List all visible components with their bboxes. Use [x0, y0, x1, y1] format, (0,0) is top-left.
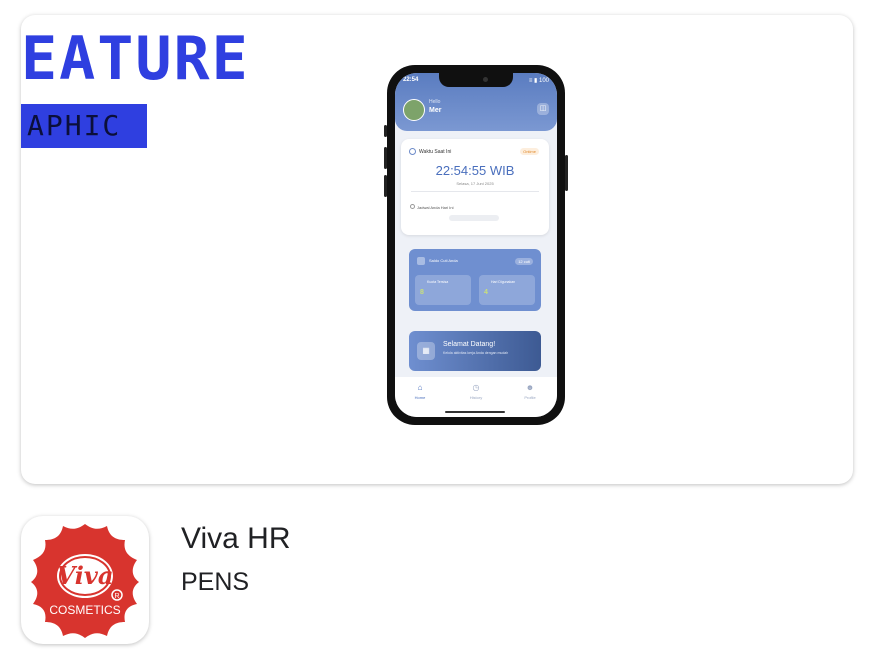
app-title[interactable]: Viva HR — [181, 522, 290, 556]
status-time: 22:54 — [403, 77, 419, 83]
status-badge: Ontime — [520, 148, 539, 155]
schedule-placeholder — [449, 215, 499, 221]
leave-balance-card: Saldo Cuti Anda 12 cuti Kuota Tersisa 8 … — [409, 249, 541, 311]
remaining-quota-label: Kuota Tersisa — [427, 280, 449, 284]
svg-text:R: R — [114, 593, 119, 600]
current-time-value: 22:54:55 WIB — [435, 163, 515, 178]
viva-cosmetics-logo-icon: Viva R COSMETICS — [31, 524, 139, 638]
user-name: Mer — [429, 107, 442, 114]
leave-badge: 12 cuti — [515, 258, 533, 265]
welcome-title: Selamat Datang! — [443, 341, 496, 348]
profile-icon: ☻ — [525, 383, 535, 392]
svg-text:Viva: Viva — [57, 561, 114, 590]
calendar-icon — [417, 257, 425, 265]
qr-icon: ▦ — [417, 342, 435, 360]
phone-mockup: 22:54 ≡ ▮ 100 Hello Mer ◫ Waktu Saat Ini… — [384, 65, 568, 425]
greeting: Hello — [429, 99, 441, 105]
nav-history: ◷ History — [469, 383, 483, 400]
app-screenshot-card[interactable]: EATURE APHIC 22:54 ≡ ▮ 100 Hello Mer ◫ W… — [21, 15, 853, 484]
remaining-quota-value: 8 — [420, 289, 424, 296]
schedule-label: Jadwal Anda Hari Ini — [417, 205, 454, 210]
status-icons: ≡ ▮ 100 — [528, 78, 549, 84]
developer-name[interactable]: PENS — [181, 568, 249, 597]
phone-screen: 22:54 ≡ ▮ 100 Hello Mer ◫ Waktu Saat Ini… — [395, 73, 557, 417]
schedule-icon — [410, 204, 415, 209]
remaining-quota-box: Kuota Tersisa 8 — [415, 275, 471, 305]
bottom-nav: ⌂ Home ◷ History ☻ Profile — [395, 377, 557, 417]
used-days-label: Hari Digunakan — [491, 280, 516, 284]
welcome-subtitle: Kelola aktivitas kerja Anda dengan mudah — [443, 351, 509, 355]
nav-profile: ☻ Profile — [524, 383, 536, 400]
current-date: Selasa, 17 Juni 2025 — [456, 181, 494, 186]
current-time-card: Waktu Saat Ini Ontime 22:54:55 WIB Selas… — [401, 139, 549, 235]
used-days-value: 4 — [484, 289, 488, 296]
svg-text:COSMETICS: COSMETICS — [49, 603, 120, 617]
current-time-label: Waktu Saat Ini — [419, 149, 452, 155]
used-days-box: Hari Digunakan 4 — [479, 275, 535, 305]
avatar — [403, 99, 425, 121]
promo-headline: EATURE — [21, 24, 250, 94]
history-icon: ◷ — [472, 383, 480, 392]
home-icon: ⌂ — [417, 383, 423, 392]
nav-home: ⌂ Home — [414, 383, 426, 400]
promo-subline: APHIC — [21, 104, 147, 148]
welcome-card: ▦ Selamat Datang! Kelola aktivitas kerja… — [409, 331, 541, 371]
app-icon[interactable]: Viva R COSMETICS — [21, 516, 149, 644]
notification-icon: ◫ — [537, 103, 549, 115]
clock-icon — [409, 148, 416, 155]
leave-balance-label: Saldo Cuti Anda — [429, 258, 458, 263]
